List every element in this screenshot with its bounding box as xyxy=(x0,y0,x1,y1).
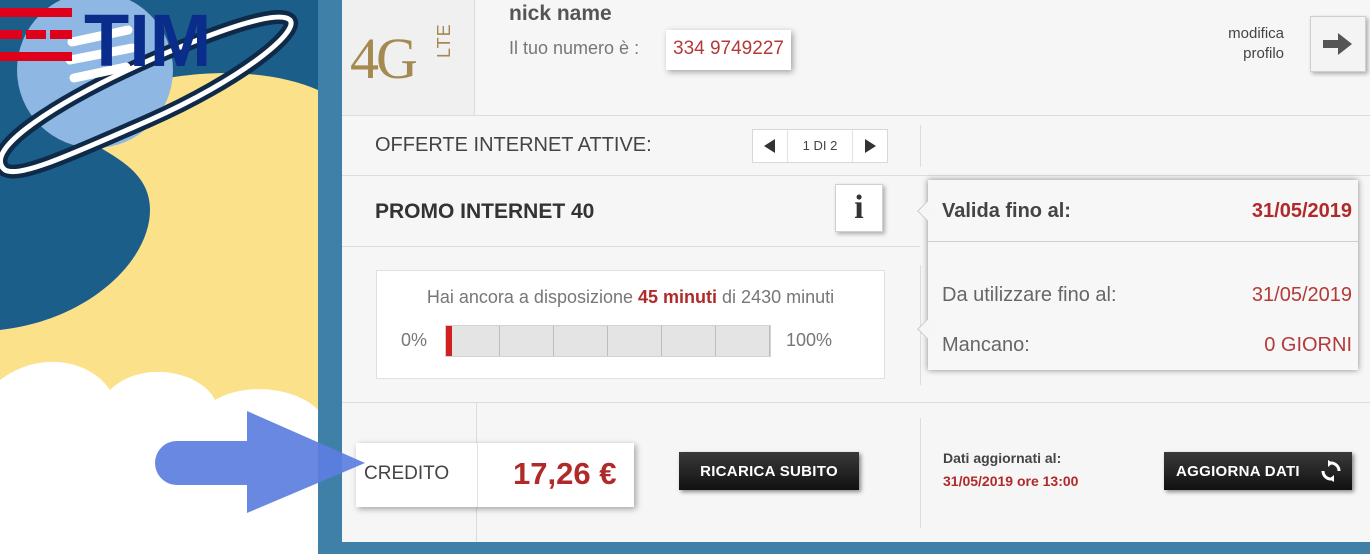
divider xyxy=(920,125,921,167)
promo-title: PROMO INTERNET 40 xyxy=(375,200,595,223)
divider xyxy=(477,443,478,507)
use-until-value: 31/05/2019 xyxy=(1251,284,1352,306)
divider xyxy=(342,115,1370,116)
logo-lte-text: LTE xyxy=(434,23,454,58)
credit-value: 17,26 € xyxy=(513,456,617,491)
divider xyxy=(342,246,920,247)
pager-prev-button[interactable] xyxy=(753,130,787,162)
phone-number: 334 9749227 xyxy=(666,30,791,70)
logo-4g-text: 4G xyxy=(350,26,418,91)
valid-until-row: Valida fino al: 31/05/2019 xyxy=(928,180,1358,242)
divider xyxy=(342,175,1370,176)
usage-prefix: Hai ancora a disposizione xyxy=(426,287,633,307)
4g-lte-logo: 4G LTE xyxy=(342,0,475,115)
use-until-label: Da utilizzare fino al: xyxy=(942,284,1117,306)
usage-suffix: di 2430 minuti xyxy=(722,287,835,307)
credit-label: CREDITO xyxy=(364,463,450,484)
svg-text:TIM: TIM xyxy=(84,0,211,70)
usage-progress-bar xyxy=(445,325,771,357)
bar-min-label: 0% xyxy=(401,330,428,350)
update-label: Dati aggiornati al: xyxy=(943,450,1062,466)
refresh-data-label: AGGIORNA DATI xyxy=(1176,462,1300,480)
pager-status: 1 DI 2 xyxy=(787,130,853,162)
nickname: nick name xyxy=(509,2,612,25)
credit-box: CREDITO 17,26 € xyxy=(356,443,634,507)
offers-pager: 1 DI 2 xyxy=(752,129,888,163)
caret-right-icon xyxy=(865,139,876,153)
valid-until-value: 31/05/2019 xyxy=(1251,200,1352,222)
usage-remaining: 45 minuti xyxy=(638,287,718,307)
update-timestamp: 31/05/2019 ore 13:00 xyxy=(943,473,1079,489)
edit-profile-label-line1: modifica xyxy=(1228,25,1284,42)
usage-text: Hai ancora a disposizione 45 minuti di 2… xyxy=(377,287,884,308)
refresh-data-button[interactable]: AGGIORNA DATI xyxy=(1164,452,1352,490)
info-button[interactable]: i xyxy=(835,184,883,232)
valid-until-label: Valida fino al: xyxy=(942,200,1071,222)
active-offers-label: OFFERTE INTERNET ATTIVE: xyxy=(375,134,652,156)
divider xyxy=(342,402,1370,403)
remaining-value: 0 GIORNI xyxy=(1264,334,1352,356)
edit-profile-button[interactable] xyxy=(1310,16,1366,72)
phone-number-label: Il tuo numero è : xyxy=(509,38,640,58)
edit-profile-label: modifica profilo xyxy=(1228,24,1284,64)
usage-box: Hai ancora a disposizione 45 minuti di 2… xyxy=(376,270,885,379)
line-summary-card: 4G LTE nick name Il tuo numero è : 334 9… xyxy=(342,0,1370,542)
usage-progress-fill xyxy=(446,326,453,356)
arrow-right-icon xyxy=(1323,33,1352,55)
tim-logo: TIM xyxy=(0,0,211,70)
refresh-icon xyxy=(1321,460,1341,482)
remaining-label: Mancano: xyxy=(942,334,1030,356)
caret-left-icon xyxy=(764,139,775,153)
validity-panel: Valida fino al: 31/05/2019 Da utilizzare… xyxy=(917,180,1358,370)
recharge-now-button[interactable]: RICARICA SUBITO xyxy=(679,452,859,490)
pager-next-button[interactable] xyxy=(853,130,887,162)
divider xyxy=(920,418,921,528)
bar-max-label: 100% xyxy=(786,330,833,350)
pointer-arrow-icon xyxy=(155,411,365,513)
edit-profile-label-line2: profilo xyxy=(1243,45,1284,62)
